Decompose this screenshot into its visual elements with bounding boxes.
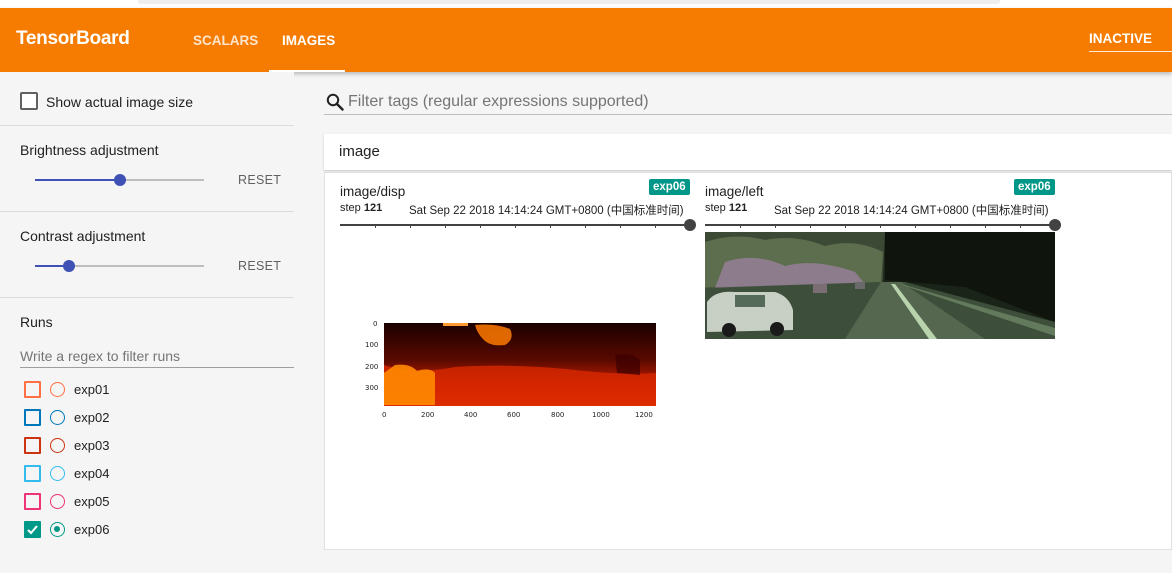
run-checkbox[interactable]: [24, 493, 41, 510]
step-tick: [445, 224, 446, 228]
step-tick: [585, 224, 586, 228]
tag-filter-input[interactable]: [348, 91, 1172, 113]
app-header: TensorBoard SCALARS IMAGES INACTIVE: [0, 8, 1172, 72]
run-checkbox[interactable]: [24, 465, 41, 482]
tab-images[interactable]: IMAGES: [282, 33, 335, 48]
run-name: exp06: [74, 522, 110, 537]
card-step: step 121: [705, 202, 748, 214]
runs-title: Runs: [20, 314, 53, 330]
step-tick: [845, 224, 846, 228]
check-icon: [27, 525, 38, 535]
card-timestamp: Sat Sep 22 2018 14:14:24 GMT+0800 (中国标准时…: [774, 205, 1049, 217]
inactive-dropdown[interactable]: INACTIVE: [1089, 31, 1152, 46]
x-tick-label: 0: [382, 411, 386, 419]
run-checkbox[interactable]: [24, 437, 41, 454]
runs-regex-input[interactable]: [20, 344, 294, 368]
x-tick-label: 1200: [635, 411, 653, 419]
run-badge: exp06: [1014, 179, 1055, 195]
run-radio[interactable]: [50, 410, 65, 425]
run-name: exp03: [74, 438, 110, 453]
step-tick: [810, 224, 811, 228]
contrast-slider-knob[interactable]: [63, 260, 75, 272]
step-tick: [655, 224, 656, 228]
step-tick: [410, 224, 411, 228]
contrast-reset-button[interactable]: RESET: [238, 259, 281, 273]
app-title: TensorBoard: [16, 28, 130, 49]
x-tick-label: 800: [551, 411, 564, 419]
run-radio[interactable]: [50, 438, 65, 453]
divider: [0, 297, 294, 298]
x-tick-label: 200: [421, 411, 434, 419]
card-step: step 121: [340, 202, 383, 214]
brightness-slider-knob[interactable]: [114, 174, 126, 186]
x-tick-label: 400: [464, 411, 477, 419]
x-tick-label: 600: [507, 411, 520, 419]
step-slider-knob[interactable]: [1049, 219, 1061, 231]
step-tick: [985, 224, 986, 228]
run-name: exp02: [74, 410, 110, 425]
card-timestamp: Sat Sep 22 2018 14:14:24 GMT+0800 (中国标准时…: [409, 205, 684, 217]
left-camera-image[interactable]: [705, 232, 1055, 339]
disparity-image[interactable]: 0 100 200 300 0 200 400 600 800 1000 120…: [355, 315, 685, 425]
y-tick-label: 0: [373, 320, 377, 328]
run-radio[interactable]: [50, 494, 65, 509]
run-radio[interactable]: [50, 382, 65, 397]
brightness-reset-button[interactable]: RESET: [238, 173, 281, 187]
card-tag: image/disp: [340, 184, 406, 199]
card-tag: image/left: [705, 184, 764, 199]
step-tick: [740, 224, 741, 228]
step-slider-knob[interactable]: [684, 219, 696, 231]
run-checkbox[interactable]: [24, 521, 41, 538]
step-tick: [1020, 224, 1021, 228]
step-tick: [375, 224, 376, 228]
browser-address-bar: [138, 0, 1000, 4]
step-tick: [550, 224, 551, 228]
brightness-slider-fill: [35, 179, 120, 181]
step-tick: [915, 224, 916, 228]
run-name: exp04: [74, 466, 110, 481]
x-tick-label: 1000: [592, 411, 610, 419]
step-tick: [950, 224, 951, 228]
tab-scalars[interactable]: SCALARS: [193, 33, 258, 48]
run-name: exp01: [74, 382, 110, 397]
run-checkbox[interactable]: [24, 409, 41, 426]
run-radio[interactable]: [50, 466, 65, 481]
step-tick: [620, 224, 621, 228]
divider: [0, 125, 294, 126]
y-tick-label: 300: [365, 384, 378, 392]
show-actual-size-checkbox[interactable]: [20, 92, 38, 110]
browser-top-strip: [0, 0, 1172, 8]
run-radio[interactable]: [50, 522, 65, 537]
inactive-dropdown-underline: [1089, 51, 1172, 52]
brightness-label: Brightness adjustment: [20, 142, 159, 158]
step-tick: [880, 224, 881, 228]
y-tick-label: 100: [365, 341, 378, 349]
sidebar: Show actual image size Brightness adjust…: [0, 72, 294, 573]
step-tick: [775, 224, 776, 228]
run-name: exp05: [74, 494, 110, 509]
category-header[interactable]: image: [324, 134, 1172, 170]
tag-filter-underline: [324, 114, 1172, 115]
run-badge: exp06: [649, 179, 690, 195]
step-tick: [515, 224, 516, 228]
y-tick-label: 200: [365, 363, 378, 371]
category-title: image: [339, 143, 380, 160]
search-icon: [326, 93, 344, 111]
show-actual-size-label: Show actual image size: [46, 94, 194, 110]
run-checkbox[interactable]: [24, 381, 41, 398]
step-tick: [480, 224, 481, 228]
divider: [0, 211, 294, 212]
contrast-label: Contrast adjustment: [20, 228, 146, 244]
